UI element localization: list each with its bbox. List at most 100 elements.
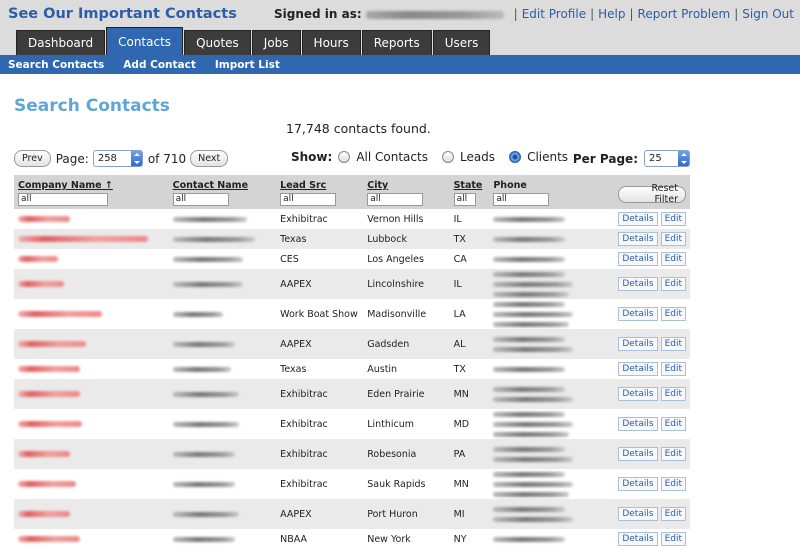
- company-name-redacted[interactable]: [18, 450, 70, 457]
- edit-button[interactable]: Edit: [660, 277, 686, 291]
- filter-phone-input[interactable]: all: [493, 193, 550, 206]
- edit-button[interactable]: Edit: [660, 212, 686, 226]
- phone-redacted: [493, 336, 566, 342]
- edit-button[interactable]: Edit: [660, 232, 686, 246]
- table-row: Work Boat Show Madisonville LA Details Edit: [14, 299, 690, 329]
- edit-button[interactable]: Edit: [660, 387, 686, 401]
- company-name-redacted[interactable]: [18, 280, 64, 287]
- details-button[interactable]: Details: [618, 417, 658, 431]
- phone-redacted: [493, 236, 566, 242]
- edit-button[interactable]: Edit: [660, 532, 686, 546]
- details-button[interactable]: Details: [618, 277, 658, 291]
- filter-company-input[interactable]: all: [18, 193, 108, 206]
- company-name-redacted[interactable]: [18, 420, 82, 427]
- radio-leads[interactable]: [441, 151, 454, 163]
- details-button[interactable]: Details: [618, 447, 658, 461]
- tab-users[interactable]: Users: [432, 30, 491, 55]
- contact-name-redacted: [172, 236, 255, 242]
- edit-button[interactable]: Edit: [660, 362, 686, 376]
- company-name-redacted[interactable]: [18, 340, 86, 347]
- company-name-redacted[interactable]: [18, 235, 148, 242]
- page-select[interactable]: 258: [92, 150, 143, 167]
- contact-name-redacted: [172, 451, 235, 457]
- phone-redacted: [493, 446, 566, 452]
- reset-filter-button[interactable]: Reset Filter: [618, 183, 686, 205]
- table-header: Company Name ↑ all Contact Name all Lead S…: [14, 175, 690, 209]
- filter-state-input[interactable]: all: [453, 193, 476, 206]
- add-contact-link[interactable]: Add Contact: [123, 59, 196, 71]
- edit-profile-link[interactable]: Edit Profile: [522, 7, 586, 21]
- sort-lead-src[interactable]: Lead Src: [280, 180, 326, 191]
- phone-redacted: [493, 216, 566, 222]
- details-button[interactable]: Details: [618, 362, 658, 376]
- state-cell: TX: [449, 229, 490, 249]
- details-button[interactable]: Details: [618, 477, 658, 491]
- tab-jobs[interactable]: Jobs: [251, 30, 301, 55]
- sign-out-link[interactable]: Sign Out: [742, 7, 794, 21]
- company-name-redacted[interactable]: [18, 310, 102, 317]
- state-cell: NY: [453, 533, 467, 545]
- phone-redacted: [493, 491, 570, 497]
- import-list-link[interactable]: Import List: [215, 59, 280, 71]
- tab-dashboard[interactable]: Dashboard: [16, 30, 106, 55]
- phone-cell: [493, 236, 610, 242]
- edit-button[interactable]: Edit: [660, 447, 686, 461]
- radio-clients[interactable]: [509, 151, 522, 163]
- details-button[interactable]: Details: [618, 507, 658, 521]
- company-name-redacted[interactable]: [18, 255, 58, 262]
- tab-contacts[interactable]: Contacts: [106, 27, 184, 55]
- filter-contact-input[interactable]: all: [172, 193, 229, 206]
- edit-button[interactable]: Edit: [660, 307, 686, 321]
- state-cell: LA: [453, 308, 466, 320]
- edit-button[interactable]: Edit: [660, 337, 686, 351]
- details-button[interactable]: Details: [618, 307, 658, 321]
- company-name-redacted[interactable]: [18, 510, 70, 517]
- lead-src-cell: Exhibitrac: [276, 379, 364, 409]
- edit-button[interactable]: Edit: [660, 252, 686, 266]
- company-name-redacted[interactable]: [18, 480, 76, 487]
- phone-redacted: [493, 366, 566, 372]
- page-of-text: of 710: [147, 151, 187, 166]
- search-contacts-link[interactable]: Search Contacts: [8, 59, 104, 71]
- details-button[interactable]: Details: [618, 212, 658, 226]
- radio-all-contacts[interactable]: [338, 151, 351, 163]
- filter-lead-src-input[interactable]: all: [280, 193, 337, 206]
- sort-state[interactable]: State: [454, 180, 483, 191]
- details-button[interactable]: Details: [618, 532, 658, 546]
- details-button[interactable]: Details: [618, 337, 658, 351]
- details-button[interactable]: Details: [618, 387, 658, 401]
- phone-cell: [493, 256, 610, 262]
- table-row: NBAA New York NY Details Edit: [14, 529, 690, 549]
- details-button[interactable]: Details: [618, 232, 658, 246]
- company-name-redacted[interactable]: [18, 215, 70, 222]
- city-cell: Linthicum: [367, 418, 415, 430]
- table-row: Exhibitrac Linthicum MD Details Edit: [14, 409, 690, 439]
- table-row: AAPEX Gadsden AL Details Edit: [14, 329, 690, 359]
- report-problem-link[interactable]: Report Problem: [638, 7, 731, 21]
- per-page-select[interactable]: 25: [644, 150, 690, 167]
- edit-button[interactable]: Edit: [660, 477, 686, 491]
- contact-name-redacted: [172, 536, 235, 542]
- phone-redacted: [493, 516, 574, 522]
- sort-company[interactable]: Company Name ↑: [18, 180, 113, 191]
- radio-all-contacts-label: All Contacts: [356, 150, 428, 164]
- table-row: Exhibitrac Vernon Hills IL Details Edit: [14, 209, 690, 229]
- details-button[interactable]: Details: [618, 252, 658, 266]
- sort-contact[interactable]: Contact Name: [173, 180, 248, 191]
- tab-quotes[interactable]: Quotes: [184, 30, 251, 55]
- next-button[interactable]: Next: [190, 150, 229, 167]
- phone-redacted: [493, 281, 574, 287]
- edit-button[interactable]: Edit: [660, 417, 686, 431]
- tab-hours[interactable]: Hours: [301, 30, 361, 55]
- tab-reports[interactable]: Reports: [361, 30, 432, 55]
- edit-button[interactable]: Edit: [660, 507, 686, 521]
- prev-button[interactable]: Prev: [14, 150, 51, 167]
- filter-city-input[interactable]: all: [367, 193, 424, 206]
- company-name-redacted[interactable]: [18, 365, 80, 372]
- sort-city[interactable]: City: [367, 180, 388, 191]
- help-link[interactable]: Help: [598, 7, 625, 21]
- company-name-redacted[interactable]: [18, 535, 80, 542]
- phone-redacted: [493, 386, 566, 392]
- company-name-redacted[interactable]: [18, 390, 80, 397]
- lead-src-cell: NBAA: [280, 533, 308, 545]
